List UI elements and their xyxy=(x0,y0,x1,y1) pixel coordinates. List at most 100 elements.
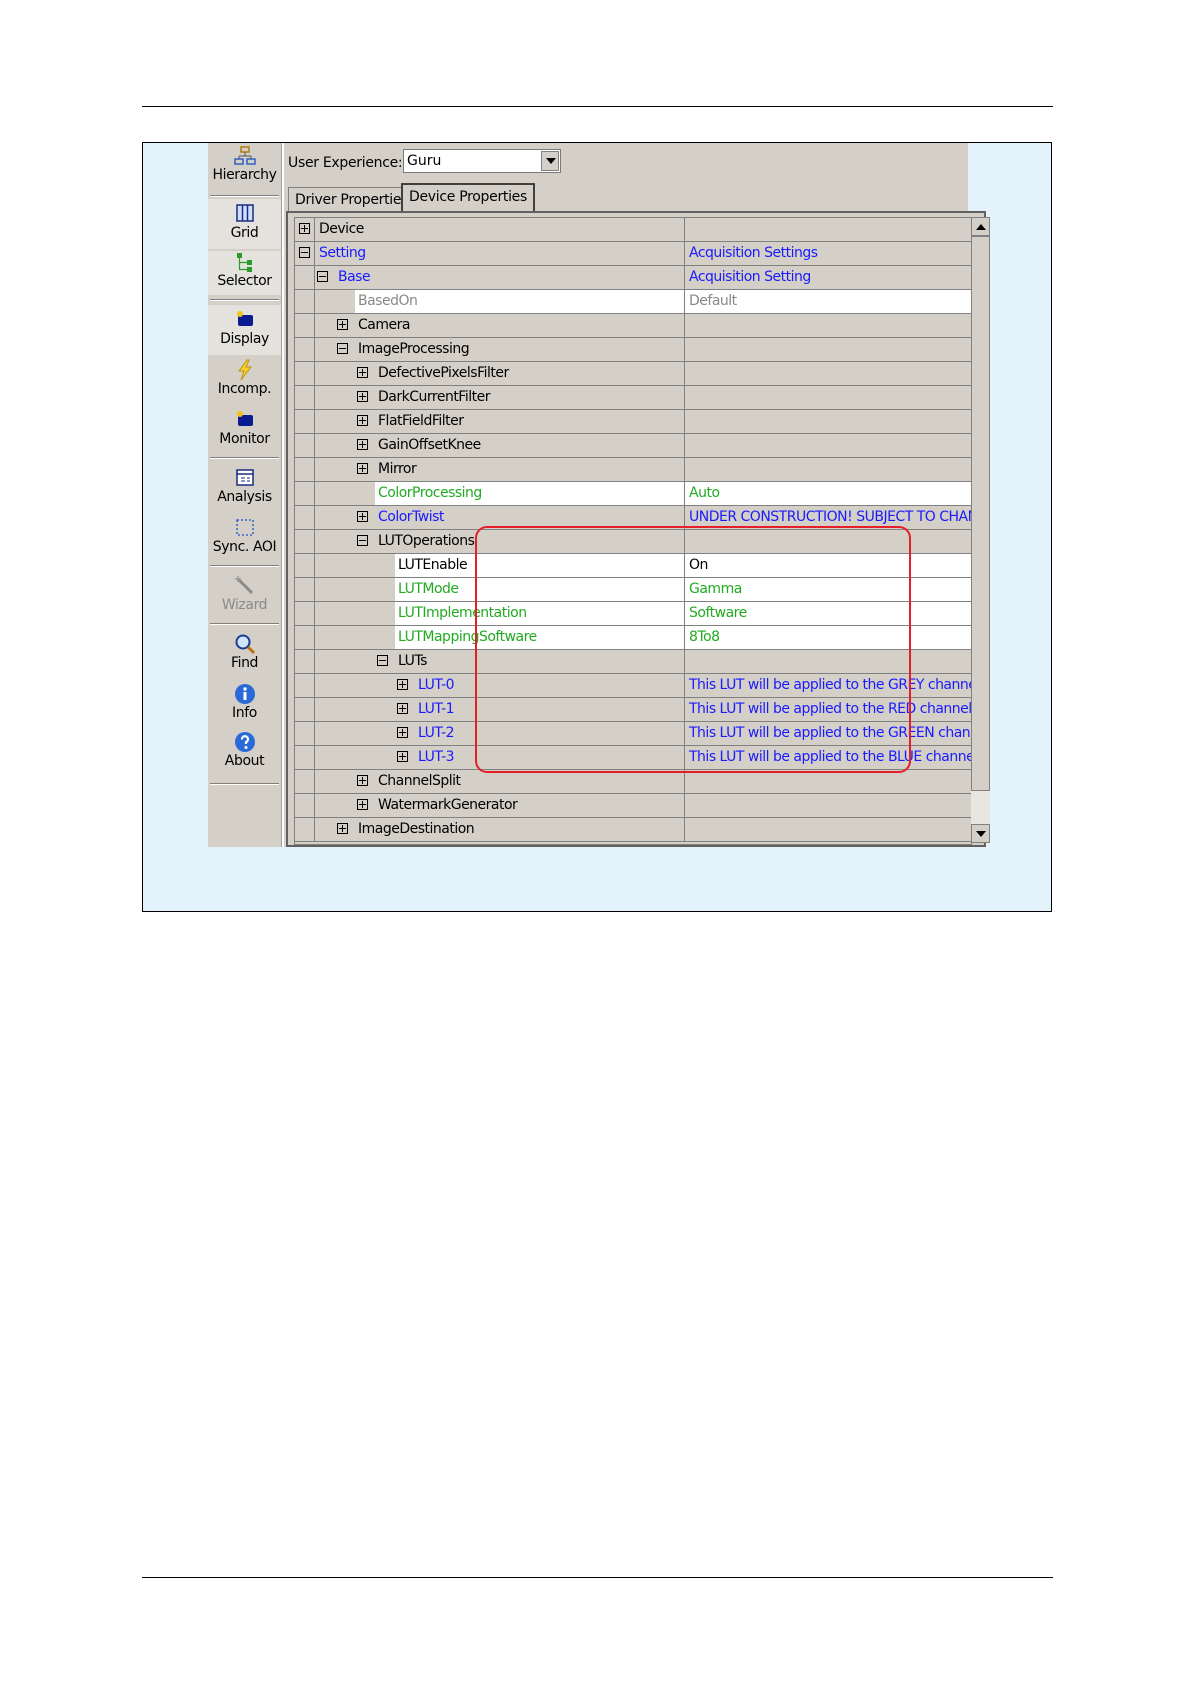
property-name-cell[interactable]: FlatFieldFilter xyxy=(295,410,685,433)
property-name-cell[interactable]: LUTMappingSoftware xyxy=(295,626,685,649)
property-name-cell[interactable]: LUTOperations xyxy=(295,530,685,553)
property-value-cell[interactable]: On xyxy=(685,554,971,577)
property-row-lutmappingsoftware[interactable]: LUTMappingSoftware 8To8 xyxy=(295,626,971,650)
property-name-cell[interactable]: ImageProcessing xyxy=(295,338,685,361)
expand-plus-icon[interactable] xyxy=(397,751,408,762)
toolbar-sync-aoi-button[interactable]: Sync. AOI xyxy=(208,517,281,555)
property-name-cell[interactable]: GainOffsetKnee xyxy=(295,434,685,457)
property-value-cell[interactable] xyxy=(685,314,971,337)
tab-driver-properties[interactable]: Driver Properties xyxy=(288,187,416,211)
property-row-colorprocessing[interactable]: ColorProcessing Auto xyxy=(295,482,971,506)
property-row-luts[interactable]: LUTs xyxy=(295,650,971,674)
property-name-cell[interactable]: LUTImplementation xyxy=(295,602,685,625)
property-row-darkcurrentfilter[interactable]: DarkCurrentFilter xyxy=(295,386,971,410)
property-row-defectivepixelsfilter[interactable]: DefectivePixelsFilter xyxy=(295,362,971,386)
property-name-cell[interactable]: LUTEnable xyxy=(295,554,685,577)
property-row-device[interactable]: Device xyxy=(295,218,971,242)
property-value-cell[interactable]: UNDER CONSTRUCTION! SUBJECT TO CHANGE!!! xyxy=(685,506,971,529)
property-value-cell[interactable] xyxy=(685,338,971,361)
property-value-cell[interactable]: This LUT will be applied to the GREY cha… xyxy=(685,674,971,697)
toolbar-incomp-button[interactable]: Incomp. xyxy=(208,359,281,397)
property-name-cell[interactable]: Camera xyxy=(295,314,685,337)
property-value-cell[interactable]: Gamma xyxy=(685,578,971,601)
property-row-lutmode[interactable]: LUTMode Gamma xyxy=(295,578,971,602)
property-value-cell[interactable] xyxy=(685,770,971,793)
expand-plus-icon[interactable] xyxy=(357,367,368,378)
property-row-base[interactable]: Base Acquisition Setting xyxy=(295,266,971,290)
scroll-thumb[interactable] xyxy=(971,236,990,791)
expand-plus-icon[interactable] xyxy=(397,679,408,690)
property-row-lut-3[interactable]: LUT-3 This LUT will be applied to the BLU… xyxy=(295,746,971,770)
property-name-cell[interactable]: Setting xyxy=(295,242,685,265)
property-name-cell[interactable]: LUT-3 xyxy=(295,746,685,769)
property-row-setting[interactable]: Setting Acquisition Settings xyxy=(295,242,971,266)
property-name-cell[interactable]: DefectivePixelsFilter xyxy=(295,362,685,385)
property-value-cell[interactable] xyxy=(685,386,971,409)
expand-plus-icon[interactable] xyxy=(337,823,348,834)
property-name-cell[interactable]: Base xyxy=(295,266,685,289)
toolbar-about-button[interactable]: About xyxy=(208,731,281,769)
expand-plus-icon[interactable] xyxy=(357,775,368,786)
property-value-cell[interactable] xyxy=(685,794,971,817)
toolbar-grid-button[interactable]: Grid xyxy=(208,199,281,249)
expand-plus-icon[interactable] xyxy=(337,319,348,330)
property-row-lut-2[interactable]: LUT-2 This LUT will be applied to the GRE… xyxy=(295,722,971,746)
collapse-minus-icon[interactable] xyxy=(357,535,368,546)
property-row-lutoperations[interactable]: LUTOperations xyxy=(295,530,971,554)
property-name-cell[interactable]: WatermarkGenerator xyxy=(295,794,685,817)
toolbar-wizard-button[interactable]: Wizard xyxy=(208,575,281,613)
property-row-lutenable[interactable]: LUTEnable On xyxy=(295,554,971,578)
property-row-watermarkgenerator[interactable]: WatermarkGenerator xyxy=(295,794,971,818)
expand-plus-icon[interactable] xyxy=(397,727,408,738)
property-row-channelsplit[interactable]: ChannelSplit xyxy=(295,770,971,794)
property-name-cell[interactable]: LUTs xyxy=(295,650,685,673)
expand-plus-icon[interactable] xyxy=(299,223,310,234)
property-value-cell[interactable]: Acquisition Setting xyxy=(685,266,971,289)
property-name-cell[interactable]: ColorProcessing xyxy=(295,482,685,505)
property-row-flatfieldfilter[interactable]: FlatFieldFilter xyxy=(295,410,971,434)
expand-plus-icon[interactable] xyxy=(357,463,368,474)
property-row-lut-1[interactable]: LUT-1 This LUT will be applied to the RED… xyxy=(295,698,971,722)
property-name-cell[interactable]: LUT-1 xyxy=(295,698,685,721)
property-row-colortwist[interactable]: ColorTwist UNDER CONSTRUCTION! SUBJECT TO… xyxy=(295,506,971,530)
expand-plus-icon[interactable] xyxy=(357,439,368,450)
property-value-cell[interactable] xyxy=(685,530,971,553)
property-value-cell[interactable]: Acquisition Settings xyxy=(685,242,971,265)
property-name-cell[interactable]: ColorTwist xyxy=(295,506,685,529)
collapse-minus-icon[interactable] xyxy=(299,247,310,258)
property-row-lut-0[interactable]: LUT-0 This LUT will be applied to the GRE… xyxy=(295,674,971,698)
property-name-cell[interactable]: ImageDestination xyxy=(295,818,685,841)
property-name-cell[interactable]: LUT-2 xyxy=(295,722,685,745)
property-value-cell[interactable] xyxy=(685,362,971,385)
property-value-cell[interactable]: 8To8 xyxy=(685,626,971,649)
expand-plus-icon[interactable] xyxy=(357,511,368,522)
property-row-camera[interactable]: Camera xyxy=(295,314,971,338)
collapse-minus-icon[interactable] xyxy=(317,271,328,282)
scroll-up-icon[interactable] xyxy=(971,217,990,236)
expand-plus-icon[interactable] xyxy=(357,391,368,402)
toolbar-monitor-button[interactable]: Monitor xyxy=(208,409,281,447)
property-name-cell[interactable]: ChannelSplit xyxy=(295,770,685,793)
property-row-basedon[interactable]: BasedOn Default xyxy=(295,290,971,314)
property-value-cell[interactable] xyxy=(685,434,971,457)
property-row-mirror[interactable]: Mirror xyxy=(295,458,971,482)
tab-device-properties[interactable]: Device Properties xyxy=(401,183,535,212)
property-name-cell[interactable]: Device xyxy=(295,218,685,241)
property-value-cell[interactable]: This LUT will be applied to the RED chan… xyxy=(685,698,971,721)
property-value-cell[interactable] xyxy=(685,458,971,481)
expand-plus-icon[interactable] xyxy=(357,415,368,426)
toolbar-info-button[interactable]: Info xyxy=(208,683,281,721)
property-row-imageprocessing[interactable]: ImageProcessing xyxy=(295,338,971,362)
collapse-minus-icon[interactable] xyxy=(377,655,388,666)
property-row-lutimplementation[interactable]: LUTImplementation Software xyxy=(295,602,971,626)
property-row-gainoffsetknee[interactable]: GainOffsetKnee xyxy=(295,434,971,458)
property-value-cell[interactable] xyxy=(685,218,971,241)
property-value-cell[interactable] xyxy=(685,410,971,433)
property-name-cell[interactable]: BasedOn xyxy=(295,290,685,313)
property-name-cell[interactable]: LUTMode xyxy=(295,578,685,601)
property-value-cell[interactable]: This LUT will be applied to the GREEN ch… xyxy=(685,722,971,745)
collapse-minus-icon[interactable] xyxy=(337,343,348,354)
expand-plus-icon[interactable] xyxy=(397,703,408,714)
property-value-cell[interactable]: Software xyxy=(685,602,971,625)
scroll-down-icon[interactable] xyxy=(971,824,990,843)
